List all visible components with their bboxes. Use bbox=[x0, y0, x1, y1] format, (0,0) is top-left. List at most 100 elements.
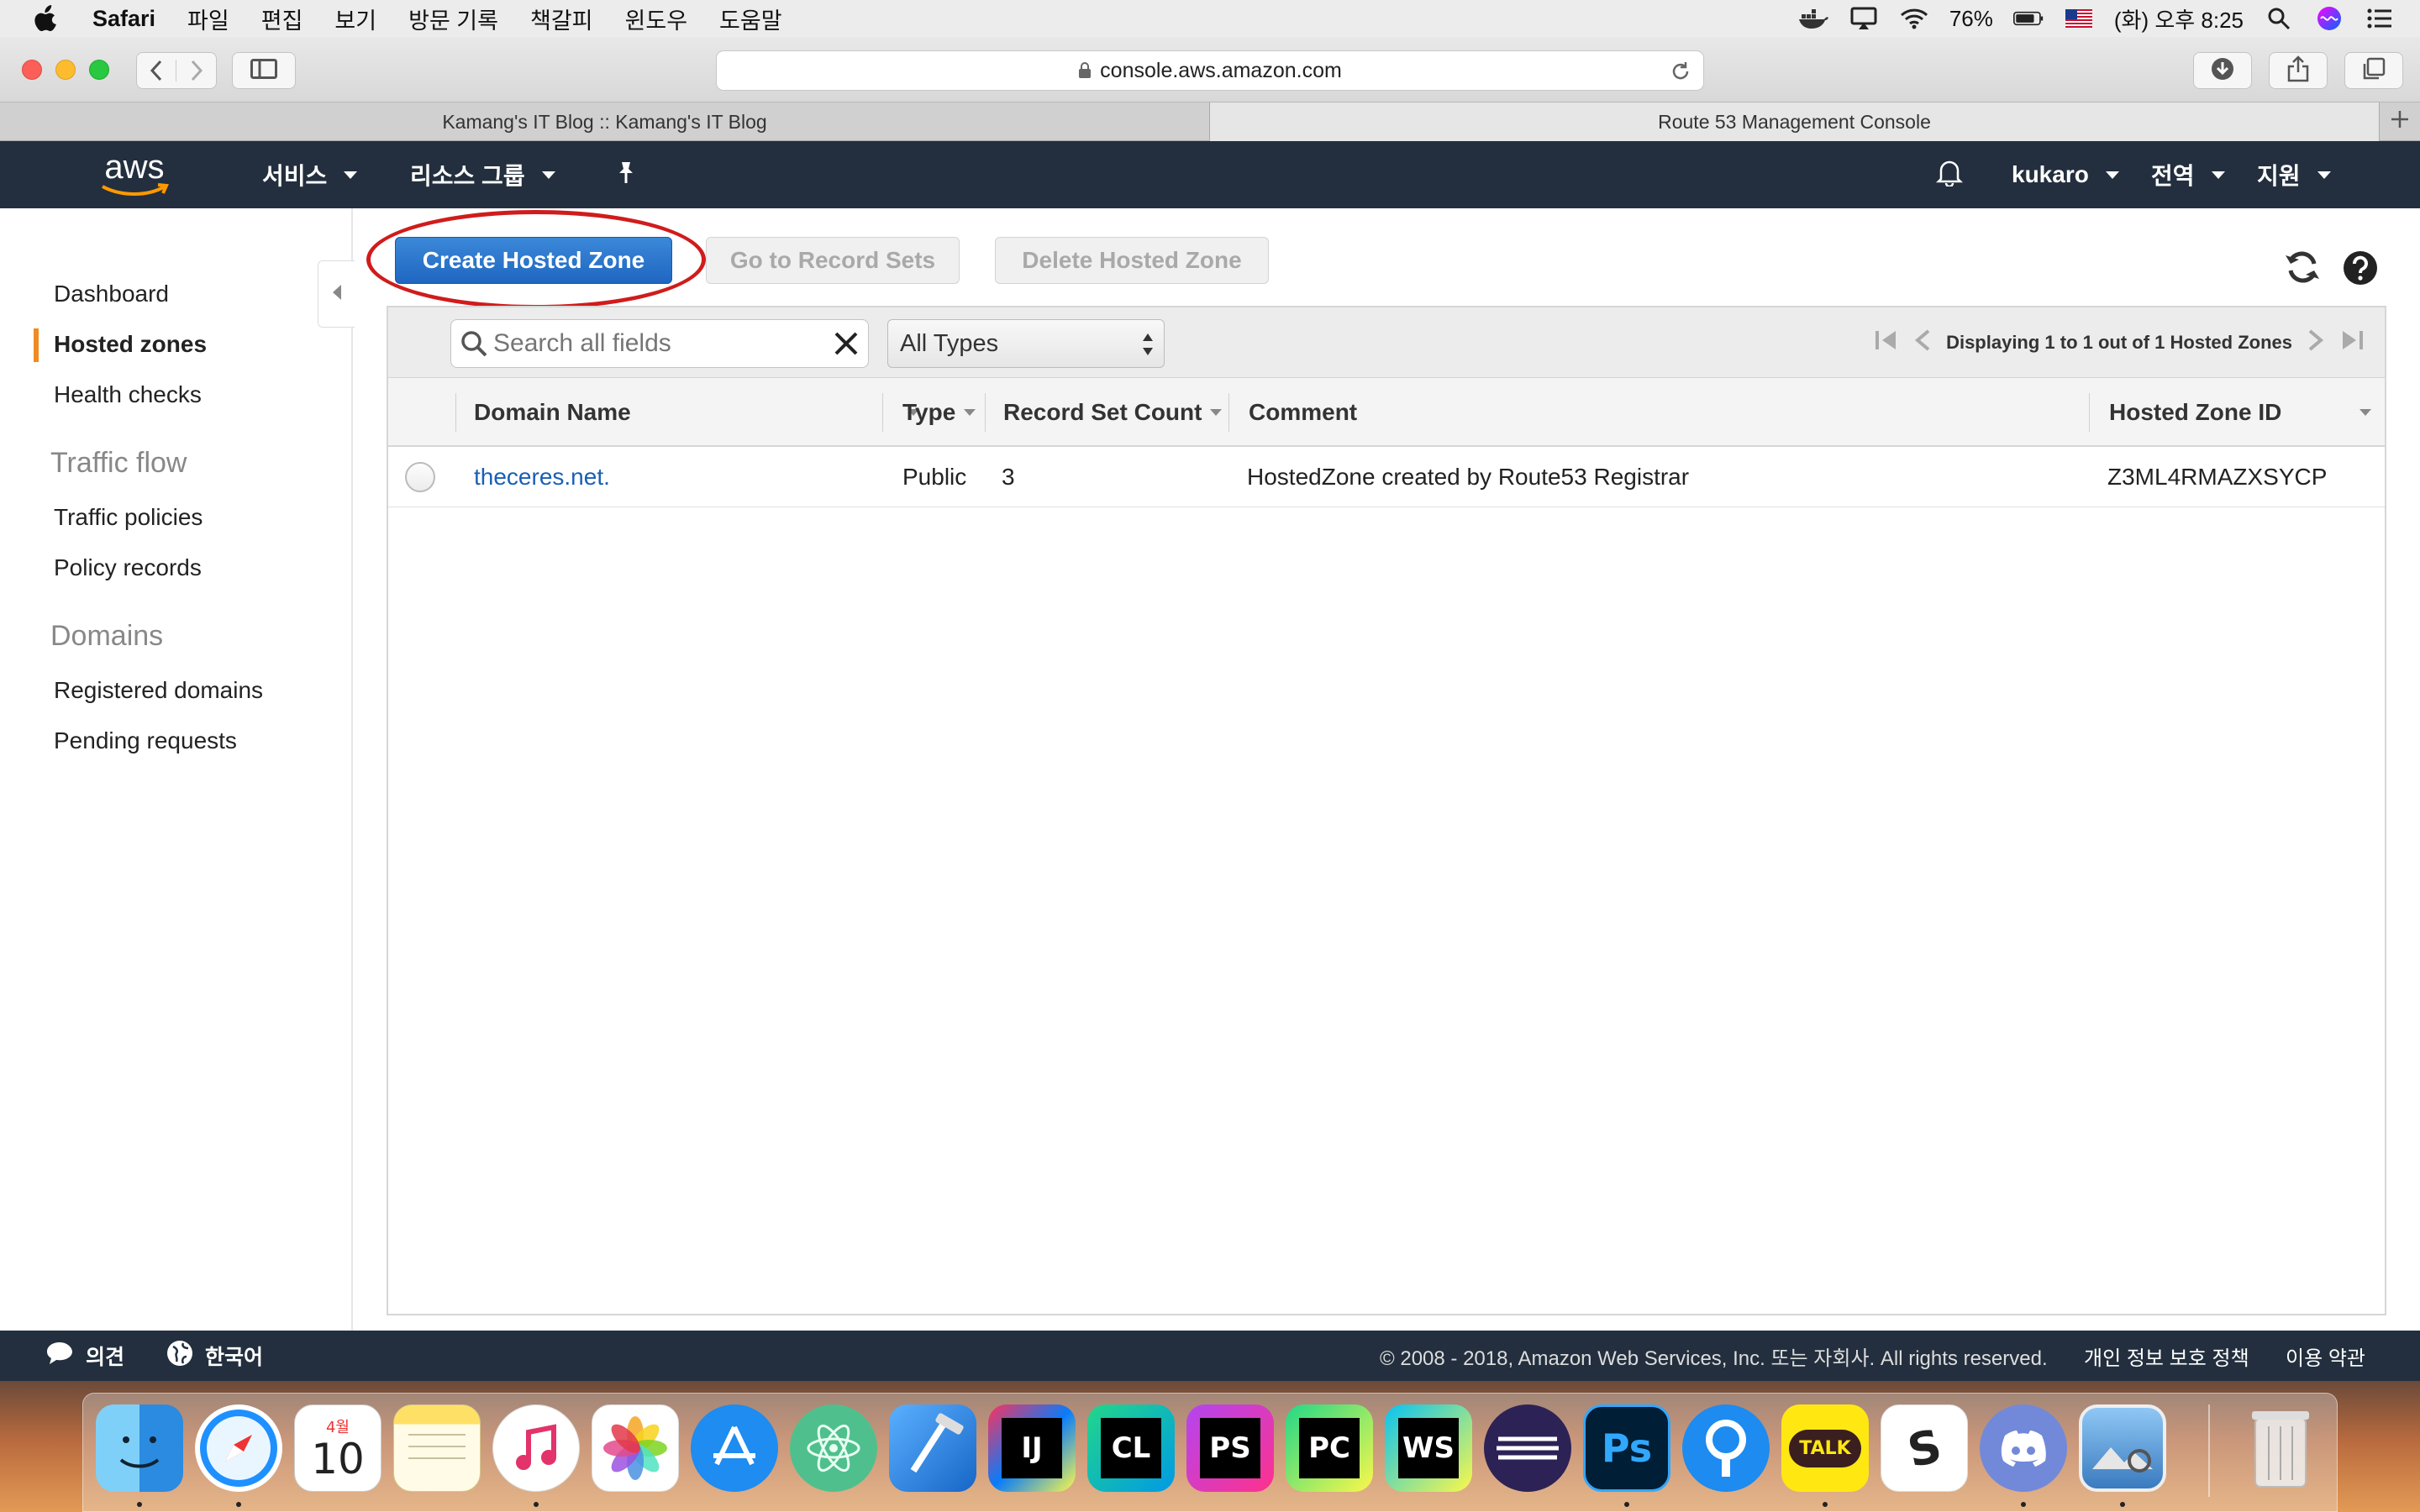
menu-window[interactable]: 윈도우 bbox=[625, 3, 688, 35]
pin-button[interactable] bbox=[615, 141, 637, 208]
search-input[interactable] bbox=[493, 329, 813, 358]
photos-icon[interactable] bbox=[592, 1404, 679, 1492]
airplay-icon[interactable] bbox=[1849, 3, 1879, 34]
sidebar-toggle-button[interactable] bbox=[232, 52, 296, 89]
notifications-button[interactable] bbox=[1935, 141, 1964, 208]
atom-icon[interactable] bbox=[790, 1404, 877, 1492]
xcode-icon[interactable] bbox=[889, 1404, 976, 1492]
siri-icon[interactable] bbox=[2314, 3, 2344, 34]
minimize-window-button[interactable] bbox=[55, 60, 76, 80]
column-header-type[interactable]: Type bbox=[902, 378, 976, 447]
column-header-comment[interactable]: Comment bbox=[1249, 378, 1357, 447]
table-row[interactable]: theceres.net. Public 3 HostedZone create… bbox=[388, 447, 2385, 507]
zoom-window-button[interactable] bbox=[89, 60, 109, 80]
discord-icon[interactable] bbox=[1980, 1404, 2067, 1492]
menu-edit[interactable]: 편집 bbox=[261, 3, 303, 35]
resource-groups-menu[interactable]: 리소스 그룹 bbox=[410, 141, 555, 208]
notes-icon[interactable] bbox=[393, 1404, 481, 1492]
sidebar-collapse-button[interactable] bbox=[318, 260, 355, 328]
finder-icon[interactable] bbox=[96, 1404, 183, 1492]
sidebar-item-health-checks[interactable]: Health checks bbox=[54, 381, 202, 408]
preview-icon[interactable] bbox=[2079, 1404, 2166, 1492]
slack-icon[interactable]: S bbox=[1881, 1404, 1968, 1492]
app-badge-text: CL bbox=[1101, 1418, 1161, 1478]
wifi-icon[interactable] bbox=[1899, 3, 1929, 34]
battery-icon[interactable] bbox=[2012, 3, 2044, 34]
terms-of-use-link[interactable]: 이용 약관 bbox=[2286, 1331, 2365, 1381]
notification-center-icon[interactable] bbox=[2365, 3, 2395, 34]
sidebar-item-policy-records[interactable]: Policy records bbox=[54, 554, 202, 581]
account-menu[interactable]: kukaro bbox=[2012, 141, 2119, 208]
eclipse-icon[interactable] bbox=[1484, 1404, 1571, 1492]
sidebar-item-traffic-policies[interactable]: Traffic policies bbox=[54, 504, 203, 531]
menu-app-name[interactable]: Safari bbox=[92, 6, 155, 32]
tabs-overview-button[interactable] bbox=[2344, 52, 2403, 89]
apple-icon[interactable] bbox=[34, 4, 59, 33]
phpstorm-icon[interactable]: PS bbox=[1186, 1404, 1274, 1492]
menu-view[interactable]: 보기 bbox=[334, 3, 376, 35]
next-page-icon[interactable] bbox=[2307, 328, 2324, 357]
prev-page-icon[interactable] bbox=[1914, 328, 1931, 357]
tab-route53-console[interactable]: Route 53 Management Console bbox=[1210, 102, 2380, 141]
forward-arrow-icon[interactable] bbox=[176, 60, 216, 81]
support-menu[interactable]: 지원 bbox=[2257, 141, 2331, 208]
close-window-button[interactable] bbox=[22, 60, 42, 80]
sidebar-item-hosted-zones[interactable]: Hosted zones bbox=[54, 331, 207, 358]
pycharm-icon[interactable]: PC bbox=[1286, 1404, 1373, 1492]
address-bar[interactable]: console.aws.amazon.com bbox=[716, 50, 1704, 91]
clion-icon[interactable]: CL bbox=[1087, 1404, 1175, 1492]
language-selector[interactable]: 한국어 bbox=[166, 1331, 263, 1381]
back-arrow-icon[interactable] bbox=[137, 60, 177, 81]
us-flag-icon[interactable] bbox=[2064, 3, 2094, 34]
tab-kamang-blog[interactable]: Kamang's IT Blog :: Kamang's IT Blog bbox=[0, 102, 1210, 141]
menu-help[interactable]: 도움말 bbox=[719, 3, 782, 35]
sidebar-item-dashboard[interactable]: Dashboard bbox=[54, 281, 169, 307]
sourcetree-icon[interactable] bbox=[1682, 1404, 1770, 1492]
menu-bookmarks[interactable]: 책갈피 bbox=[530, 3, 593, 35]
spotlight-search-icon[interactable] bbox=[2264, 3, 2294, 34]
help-icon[interactable] bbox=[2343, 250, 2378, 290]
clear-search-icon[interactable] bbox=[833, 330, 860, 357]
menubar-clock[interactable]: (화) 오후 8:25 bbox=[2114, 3, 2244, 34]
first-page-icon[interactable] bbox=[1874, 328, 1899, 357]
aws-logo[interactable]: aws bbox=[99, 141, 170, 208]
app-store-icon[interactable] bbox=[691, 1404, 778, 1492]
sidebar-item-pending-requests[interactable]: Pending requests bbox=[54, 727, 237, 754]
safari-icon[interactable] bbox=[195, 1404, 282, 1492]
menu-file[interactable]: 파일 bbox=[187, 3, 229, 35]
trash-icon[interactable] bbox=[2237, 1404, 2324, 1492]
downloads-button[interactable] bbox=[2193, 52, 2252, 89]
privacy-policy-link[interactable]: 개인 정보 보호 정책 bbox=[2084, 1331, 2249, 1381]
itunes-icon[interactable] bbox=[492, 1404, 580, 1492]
sidebar-item-registered-domains[interactable]: Registered domains bbox=[54, 677, 263, 704]
intellij-idea-icon[interactable]: IJ bbox=[988, 1404, 1076, 1492]
speech-bubble-icon bbox=[45, 1341, 74, 1372]
column-header-domain-name[interactable]: Domain Name bbox=[474, 378, 928, 447]
chevron-down-icon bbox=[2211, 171, 2225, 179]
last-page-icon[interactable] bbox=[2339, 328, 2365, 357]
services-menu[interactable]: 서비스 bbox=[262, 141, 358, 208]
menu-history[interactable]: 방문 기록 bbox=[408, 3, 498, 35]
column-header-hosted-zone-id[interactable]: Hosted Zone ID bbox=[2109, 378, 2378, 447]
running-indicator bbox=[1823, 1502, 1828, 1507]
go-to-record-sets-button[interactable]: Go to Record Sets bbox=[706, 237, 960, 284]
docker-icon[interactable] bbox=[1798, 3, 1828, 34]
region-label: 전역 bbox=[2151, 163, 2195, 189]
calendar-icon[interactable]: 4월 10 bbox=[294, 1404, 381, 1492]
share-button[interactable] bbox=[2269, 52, 2328, 89]
tab-title: Route 53 Management Console bbox=[1658, 110, 1931, 133]
domain-name-link[interactable]: theceres.net. bbox=[474, 447, 610, 507]
new-tab-button[interactable] bbox=[2380, 102, 2420, 141]
kakaotalk-icon[interactable]: TALK bbox=[1781, 1404, 1869, 1492]
row-select-radio[interactable] bbox=[405, 447, 435, 507]
photoshop-icon[interactable]: Ps bbox=[1583, 1404, 1670, 1492]
webstorm-icon[interactable]: WS bbox=[1385, 1404, 1472, 1492]
region-menu[interactable]: 전역 bbox=[2151, 141, 2225, 208]
column-header-label: Record Set Count bbox=[1003, 399, 1202, 425]
column-header-record-set-count[interactable]: Record Set Count bbox=[1003, 378, 1223, 447]
refresh-icon[interactable] bbox=[2284, 249, 2321, 290]
reload-icon[interactable] bbox=[1670, 60, 1691, 82]
delete-hosted-zone-button[interactable]: Delete Hosted Zone bbox=[995, 237, 1269, 284]
feedback-link[interactable]: 의견 bbox=[45, 1331, 124, 1381]
type-filter-select[interactable]: All Types bbox=[887, 319, 1165, 368]
